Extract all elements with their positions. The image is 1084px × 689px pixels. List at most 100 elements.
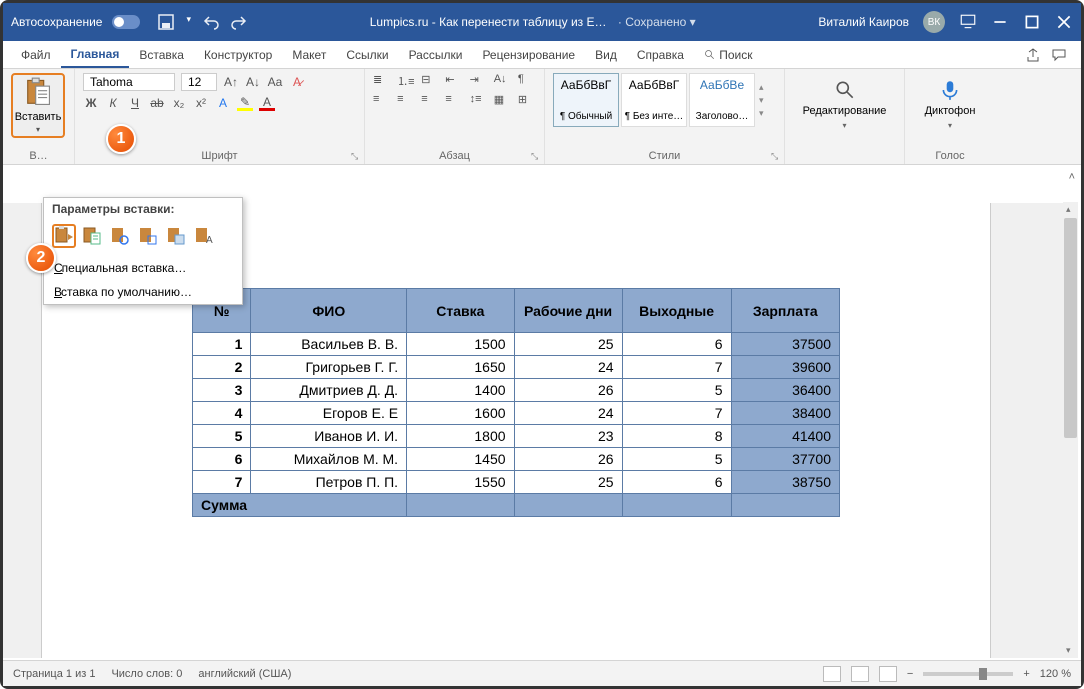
italic-button[interactable]: К bbox=[105, 95, 121, 111]
maximize-icon[interactable] bbox=[1023, 13, 1041, 31]
share-icon[interactable] bbox=[1025, 47, 1041, 63]
change-case-icon[interactable]: Aa bbox=[267, 74, 283, 90]
zoom-out-icon[interactable]: − bbox=[907, 668, 913, 680]
zoom-level[interactable]: 120 % bbox=[1040, 668, 1071, 680]
editing-button[interactable]: Редактирование ▾ bbox=[793, 73, 897, 136]
saved-status[interactable]: · Сохранено ▾ bbox=[618, 15, 696, 29]
numbering-icon[interactable]: ⒈≡ bbox=[397, 73, 415, 89]
line-spacing-icon[interactable]: ↕≡ bbox=[470, 93, 488, 109]
align-right-icon[interactable]: ≡ bbox=[421, 93, 439, 109]
collapse-ribbon-icon[interactable]: ˄ bbox=[1069, 171, 1075, 183]
tab-review[interactable]: Рецензирование bbox=[472, 41, 585, 68]
page-count[interactable]: Страница 1 из 1 bbox=[13, 668, 95, 680]
increase-indent-icon[interactable]: ⇥ bbox=[470, 73, 488, 89]
user-name: Виталий Каиров bbox=[818, 15, 909, 29]
tab-design[interactable]: Конструктор bbox=[194, 41, 282, 68]
font-size-input[interactable] bbox=[181, 73, 217, 91]
table-row[interactable]: 2Григорьев Г. Г.165024739600 bbox=[193, 356, 840, 379]
dictate-button[interactable]: Диктофон ▾ bbox=[915, 73, 986, 136]
styles-launcher-icon[interactable]: ⤡ bbox=[771, 151, 781, 161]
scroll-down-icon[interactable]: ▾ bbox=[1066, 645, 1071, 656]
font-color-icon[interactable]: A bbox=[259, 95, 275, 111]
language-status[interactable]: английский (США) bbox=[198, 668, 291, 680]
borders-icon[interactable]: ⊞ bbox=[518, 93, 536, 109]
tab-layout[interactable]: Макет bbox=[282, 41, 336, 68]
decrease-indent-icon[interactable]: ⇤ bbox=[445, 73, 463, 89]
table-row[interactable]: 3Дмитриев Д. Д.140026536400 bbox=[193, 379, 840, 402]
style-normal[interactable]: АаБбВвГ¶ Обычный bbox=[553, 73, 619, 127]
data-table[interactable]: № ФИО Ставка Рабочие дни Выходные Зарпла… bbox=[192, 288, 840, 517]
paste-link-dest-icon[interactable] bbox=[136, 224, 160, 248]
styles-scroll-up-icon[interactable]: ▴ bbox=[759, 82, 764, 93]
multilevel-icon[interactable]: ⊟ bbox=[421, 73, 439, 89]
tab-view[interactable]: Вид bbox=[585, 41, 627, 68]
paste-text-only-icon[interactable]: A bbox=[192, 224, 216, 248]
word-count[interactable]: Число слов: 0 bbox=[111, 668, 182, 680]
redo-icon[interactable] bbox=[231, 14, 247, 30]
view-web-icon[interactable] bbox=[879, 666, 897, 682]
tab-mailings[interactable]: Рассылки bbox=[399, 41, 473, 68]
decrease-font-icon[interactable]: A↓ bbox=[245, 74, 261, 90]
clipboard-group-label: В… bbox=[11, 148, 66, 162]
table-row[interactable]: 4Егоров Е. Е160024738400 bbox=[193, 402, 840, 425]
superscript-button[interactable]: x² bbox=[193, 95, 209, 111]
paste-link-keep-icon[interactable] bbox=[108, 224, 132, 248]
paste-use-dest-icon[interactable] bbox=[80, 224, 104, 248]
close-icon[interactable] bbox=[1055, 13, 1073, 31]
paragraph-launcher-icon[interactable]: ⤡ bbox=[531, 151, 541, 161]
font-launcher-icon[interactable]: ⤡ bbox=[351, 151, 361, 161]
paste-default-item[interactable]: Вставка по умолчанию… bbox=[44, 280, 242, 304]
bullets-icon[interactable]: ≣ bbox=[373, 73, 391, 89]
styles-scroll-down-icon[interactable]: ▾ bbox=[759, 95, 764, 106]
tab-help[interactable]: Справка bbox=[627, 41, 694, 68]
paste-picture-icon[interactable] bbox=[164, 224, 188, 248]
increase-font-icon[interactable]: A↑ bbox=[223, 74, 239, 90]
ribbon-options-icon[interactable] bbox=[959, 13, 977, 31]
justify-icon[interactable]: ≡ bbox=[445, 93, 463, 109]
highlight-icon[interactable]: ✎ bbox=[237, 95, 253, 111]
tab-insert[interactable]: Вставка bbox=[129, 41, 194, 68]
paste-special-item[interactable]: Специальная вставка… bbox=[44, 256, 242, 280]
table-row[interactable]: 1Васильев В. В.150025637500 bbox=[193, 333, 840, 356]
zoom-slider[interactable] bbox=[923, 672, 1013, 676]
strike-button[interactable]: ab bbox=[149, 95, 165, 111]
align-left-icon[interactable]: ≡ bbox=[373, 93, 391, 109]
view-print-icon[interactable] bbox=[851, 666, 869, 682]
underline-button[interactable]: Ч bbox=[127, 95, 143, 111]
view-read-icon[interactable] bbox=[823, 666, 841, 682]
styles-expand-icon[interactable]: ▾ bbox=[759, 108, 764, 119]
scrollbar-thumb[interactable] bbox=[1064, 218, 1077, 438]
table-row[interactable]: 5Иванов И. И.180023841400 bbox=[193, 425, 840, 448]
bold-button[interactable]: Ж bbox=[83, 95, 99, 111]
user-avatar[interactable]: ВК bbox=[923, 11, 945, 33]
paste-button[interactable]: Вставить ▾ bbox=[11, 73, 65, 138]
shading-icon[interactable]: ▦ bbox=[494, 93, 512, 109]
table-row[interactable]: 6Михайлов М. М.145026537700 bbox=[193, 448, 840, 471]
autosave-toggle[interactable] bbox=[112, 15, 140, 29]
undo-icon[interactable] bbox=[203, 14, 219, 30]
style-no-spacing[interactable]: АаБбВвГ¶ Без инте… bbox=[621, 73, 687, 127]
style-heading1[interactable]: АаБбВеЗаголово… bbox=[689, 73, 755, 127]
vertical-scrollbar[interactable]: ▴ ▾ bbox=[1063, 202, 1078, 658]
zoom-in-icon[interactable]: + bbox=[1023, 668, 1029, 680]
sum-row[interactable]: Сумма bbox=[193, 494, 840, 517]
font-name-input[interactable] bbox=[83, 73, 175, 91]
paste-keep-source-icon[interactable] bbox=[52, 224, 76, 248]
comments-icon[interactable] bbox=[1051, 47, 1067, 63]
show-marks-icon[interactable]: ¶ bbox=[518, 73, 536, 89]
sort-icon[interactable]: A↓ bbox=[494, 73, 512, 89]
tab-search[interactable]: Поиск bbox=[694, 41, 763, 68]
tab-references[interactable]: Ссылки bbox=[336, 41, 398, 68]
text-effects-icon[interactable]: A bbox=[215, 95, 231, 111]
scroll-up-icon[interactable]: ▴ bbox=[1066, 204, 1071, 215]
save-icon[interactable] bbox=[158, 14, 174, 30]
callout-badge-1: 1 bbox=[106, 124, 136, 154]
table-row[interactable]: 7Петров П. П.155025638750 bbox=[193, 471, 840, 494]
tab-home[interactable]: Главная bbox=[61, 41, 130, 68]
tab-file[interactable]: Файл bbox=[11, 41, 61, 68]
qat-dropdown-icon[interactable]: ▾ bbox=[186, 14, 191, 30]
align-center-icon[interactable]: ≡ bbox=[397, 93, 415, 109]
clear-format-icon[interactable]: A̷ bbox=[289, 74, 305, 90]
subscript-button[interactable]: x₂ bbox=[171, 95, 187, 111]
minimize-icon[interactable] bbox=[991, 13, 1009, 31]
